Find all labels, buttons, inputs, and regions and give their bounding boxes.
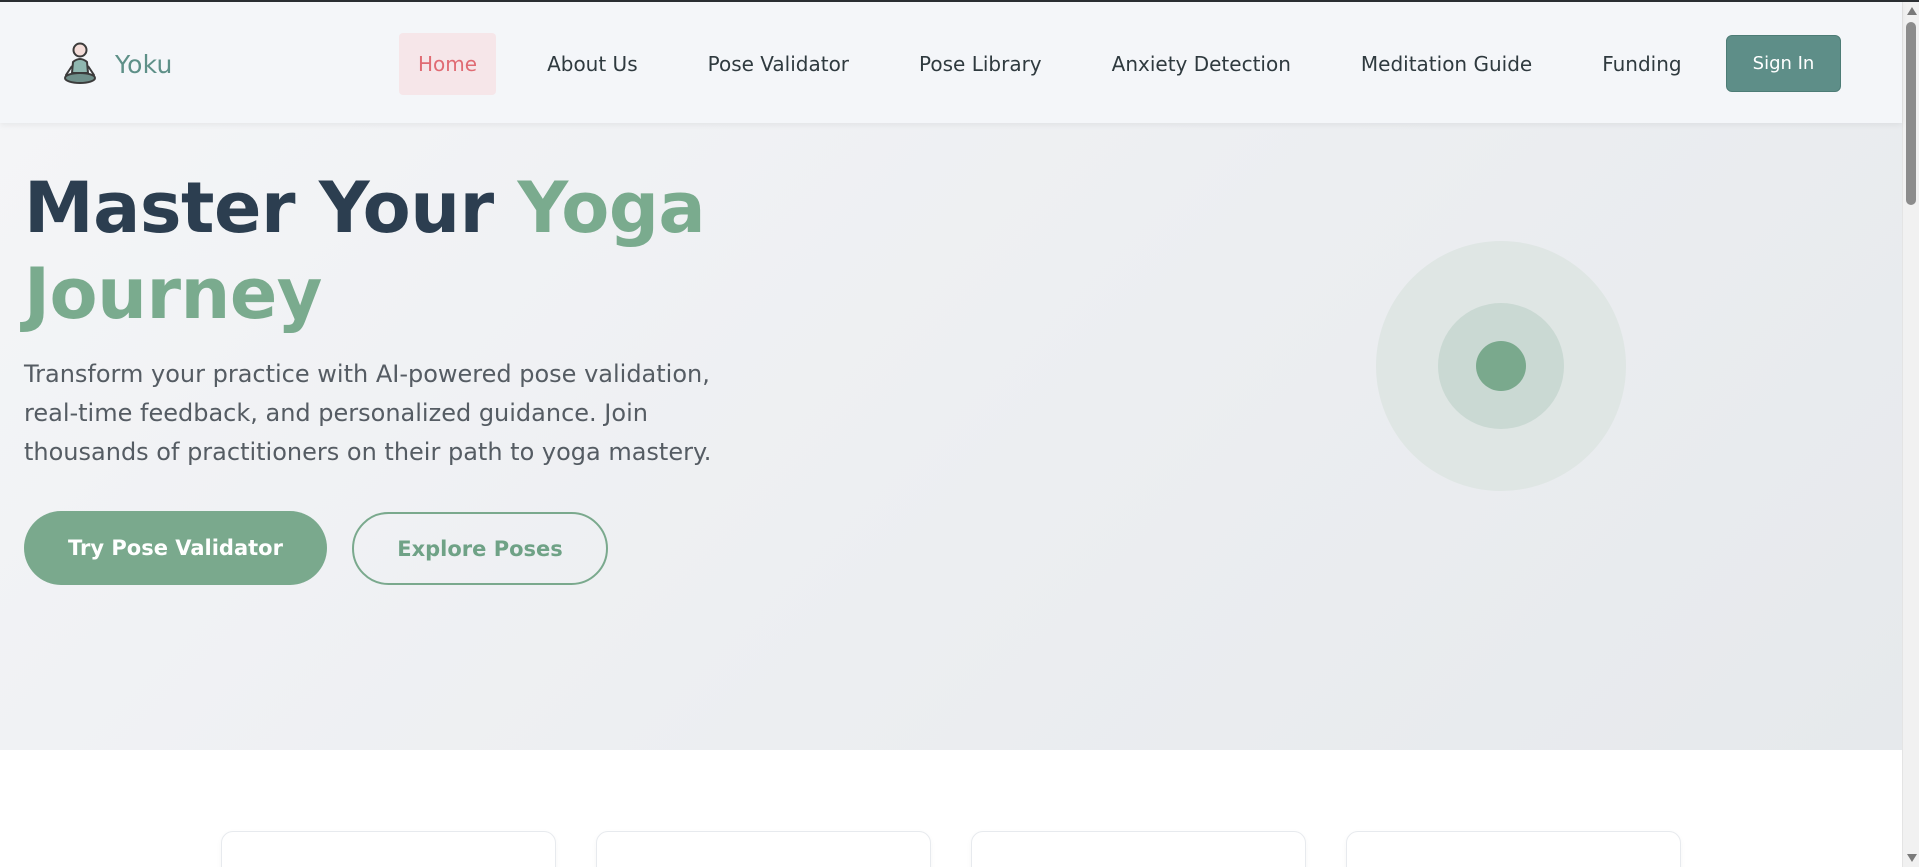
nav-item-anxiety-detection[interactable]: Anxiety Detection	[1093, 33, 1310, 95]
nav-item-pose-library[interactable]: Pose Library	[900, 33, 1061, 95]
nav-item-about-us[interactable]: About Us	[528, 33, 657, 95]
brand[interactable]: Yoku	[61, 42, 173, 86]
explore-poses-button[interactable]: Explore Poses	[352, 512, 608, 585]
hero-title-main: Master Your	[24, 167, 518, 249]
target-center-dot	[1476, 341, 1526, 391]
feature-card[interactable]	[971, 831, 1306, 867]
nav-item-meditation-guide[interactable]: Meditation Guide	[1342, 33, 1551, 95]
feature-card[interactable]	[221, 831, 556, 867]
feature-card[interactable]	[1346, 831, 1681, 867]
scroll-up-arrow-icon[interactable]	[1907, 7, 1917, 15]
hero-section: Master Your Yoga Journey Transform your …	[0, 123, 1902, 750]
hero-title: Master Your Yoga Journey	[24, 165, 744, 337]
meditating-person-icon	[64, 42, 96, 84]
vertical-scrollbar[interactable]	[1902, 2, 1919, 867]
try-pose-validator-button[interactable]: Try Pose Validator	[24, 511, 327, 585]
brand-name: Yoku	[115, 49, 173, 79]
scrollbar-thumb[interactable]	[1906, 22, 1916, 205]
sign-in-button[interactable]: Sign In	[1726, 35, 1841, 92]
scroll-down-arrow-icon[interactable]	[1907, 854, 1917, 862]
nav-item-home[interactable]: Home	[399, 33, 497, 95]
navbar: Yoku Home About Us Pose Validator Pose L…	[0, 2, 1902, 123]
hero-subtitle: Transform your practice with AI-powered …	[24, 360, 712, 466]
feature-card[interactable]	[596, 831, 931, 867]
nav-links: Home About Us Pose Validator Pose Librar…	[399, 33, 1733, 95]
nav-item-funding[interactable]: Funding	[1583, 33, 1700, 95]
nav-item-pose-validator[interactable]: Pose Validator	[689, 33, 868, 95]
